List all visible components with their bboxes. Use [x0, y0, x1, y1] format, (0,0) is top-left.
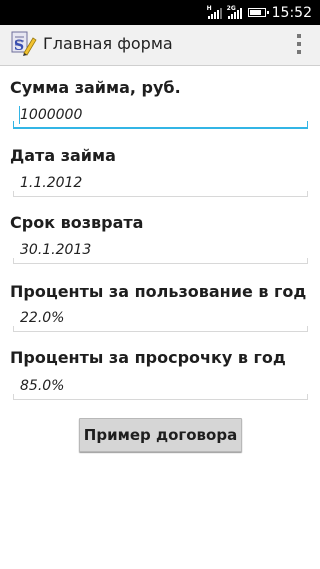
signal-icon: H: [206, 4, 222, 19]
usage-interest-label: Проценты за пользование в год: [10, 282, 307, 301]
loan-amount-label: Сумма займа, руб.: [10, 78, 181, 97]
overdue-interest-label: Проценты за просрочку в год: [10, 348, 286, 367]
return-date-input[interactable]: [13, 238, 308, 262]
network-type-label: H: [206, 4, 212, 12]
network-type-label-secondary: 2G: [226, 4, 236, 12]
loan-date-input[interactable]: [13, 171, 308, 195]
overdue-interest-input[interactable]: [13, 374, 308, 398]
example-contract-button[interactable]: Пример договора: [79, 418, 242, 452]
signal-icon-secondary: 2G: [226, 4, 242, 19]
loan-date-field[interactable]: [13, 171, 308, 197]
loan-amount-input[interactable]: [13, 103, 308, 127]
document-pencil-icon[interactable]: S: [9, 29, 37, 57]
page-title: Главная форма: [43, 34, 173, 53]
status-icons: H 2G 15:52: [206, 0, 312, 25]
status-bar: H 2G 15:52: [0, 0, 320, 25]
overflow-menu-icon[interactable]: [296, 34, 302, 54]
usage-interest-input[interactable]: [13, 306, 308, 330]
overdue-interest-field[interactable]: [13, 374, 308, 400]
clock: 15:52: [271, 4, 312, 21]
return-date-label: Срок возврата: [10, 213, 144, 232]
loan-date-label: Дата займа: [10, 146, 116, 165]
return-date-field[interactable]: [13, 238, 308, 264]
text-caret: [19, 106, 20, 124]
loan-amount-field[interactable]: [13, 103, 308, 129]
battery-icon: [247, 8, 269, 17]
svg-text:S: S: [14, 38, 24, 54]
action-bar: S Главная форма: [0, 25, 320, 66]
usage-interest-field[interactable]: [13, 306, 308, 332]
